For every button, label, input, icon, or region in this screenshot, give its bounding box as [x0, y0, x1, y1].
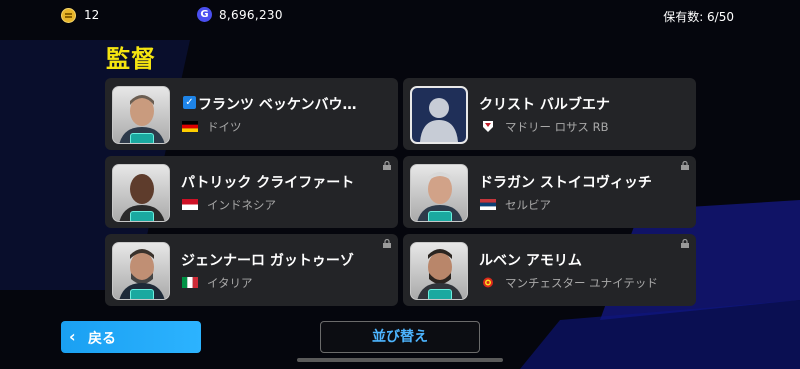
manager-team: マドリー ロサス RB — [505, 120, 609, 134]
gp-count: 8,696,230 — [219, 8, 283, 22]
lock-icon — [383, 239, 391, 248]
chevron-left-icon: ‹ — [69, 327, 76, 346]
lock-icon — [681, 239, 689, 248]
manager-card[interactable]: ジェンナーロ ガットゥーゾ イタリア — [105, 234, 398, 306]
manutd-crest-icon — [483, 277, 493, 288]
club-crest-icon — [483, 121, 493, 132]
coin-count: 12 — [84, 8, 100, 22]
sort-button[interactable]: 並び替え — [320, 321, 480, 353]
lock-icon — [383, 161, 391, 170]
manager-team: イタリア — [207, 276, 253, 290]
manager-team: インドネシア — [207, 198, 276, 212]
home-indicator[interactable] — [297, 358, 503, 362]
manager-name: フランツ ベッケンバウ… — [198, 97, 357, 113]
manager-card[interactable]: ✓ フランツ ベッケンバウ… ドイツ — [105, 78, 398, 150]
manager-portrait — [112, 242, 170, 300]
manager-portrait — [410, 164, 468, 222]
lock-icon — [681, 161, 689, 170]
back-button-label: 戻る — [88, 331, 116, 347]
manager-team: ドイツ — [207, 120, 242, 134]
coin-icon — [61, 8, 76, 23]
italy-flag-icon — [182, 277, 198, 288]
gp-icon: G — [197, 7, 212, 22]
manager-name: ジェンナーロ ガットゥーゾ — [181, 253, 354, 269]
status-bar: 12 G 8,696,230 保有数: 6/50 — [0, 0, 800, 30]
indonesia-flag-icon — [182, 199, 198, 210]
manager-portrait-silhouette — [410, 86, 468, 144]
manager-portrait — [112, 164, 170, 222]
serbia-flag-icon — [480, 199, 496, 210]
manager-portrait — [112, 86, 170, 144]
rank-chip — [428, 211, 452, 221]
manager-name: クリスト バルブエナ — [479, 97, 610, 113]
manager-name: ルベン アモリム — [479, 253, 582, 269]
manager-card[interactable]: ルベン アモリム マンチェスター ユナイテッド — [403, 234, 696, 306]
manager-card[interactable]: クリスト バルブエナ マドリー ロサス RB — [403, 78, 696, 150]
germany-flag-icon — [182, 121, 198, 132]
rank-chip — [428, 289, 452, 299]
back-button[interactable]: ‹ 戻る — [61, 321, 201, 353]
rank-chip — [130, 211, 154, 221]
manager-portrait — [410, 242, 468, 300]
rank-chip — [130, 289, 154, 299]
slot-count: 保有数: 6/50 — [663, 10, 734, 24]
manager-name: ドラガン ストイコヴィッチ — [479, 175, 652, 191]
manager-card[interactable]: パトリック クライファート インドネシア — [105, 156, 398, 228]
manager-name: パトリック クライファート — [181, 175, 355, 191]
manager-card[interactable]: ドラガン ストイコヴィッチ セルビア — [403, 156, 696, 228]
selected-check-icon: ✓ — [183, 96, 196, 109]
manager-team: マンチェスター ユナイテッド — [505, 276, 658, 290]
rank-chip — [130, 133, 154, 143]
page-title: 監督 — [106, 45, 156, 73]
manager-team: セルビア — [505, 198, 551, 212]
